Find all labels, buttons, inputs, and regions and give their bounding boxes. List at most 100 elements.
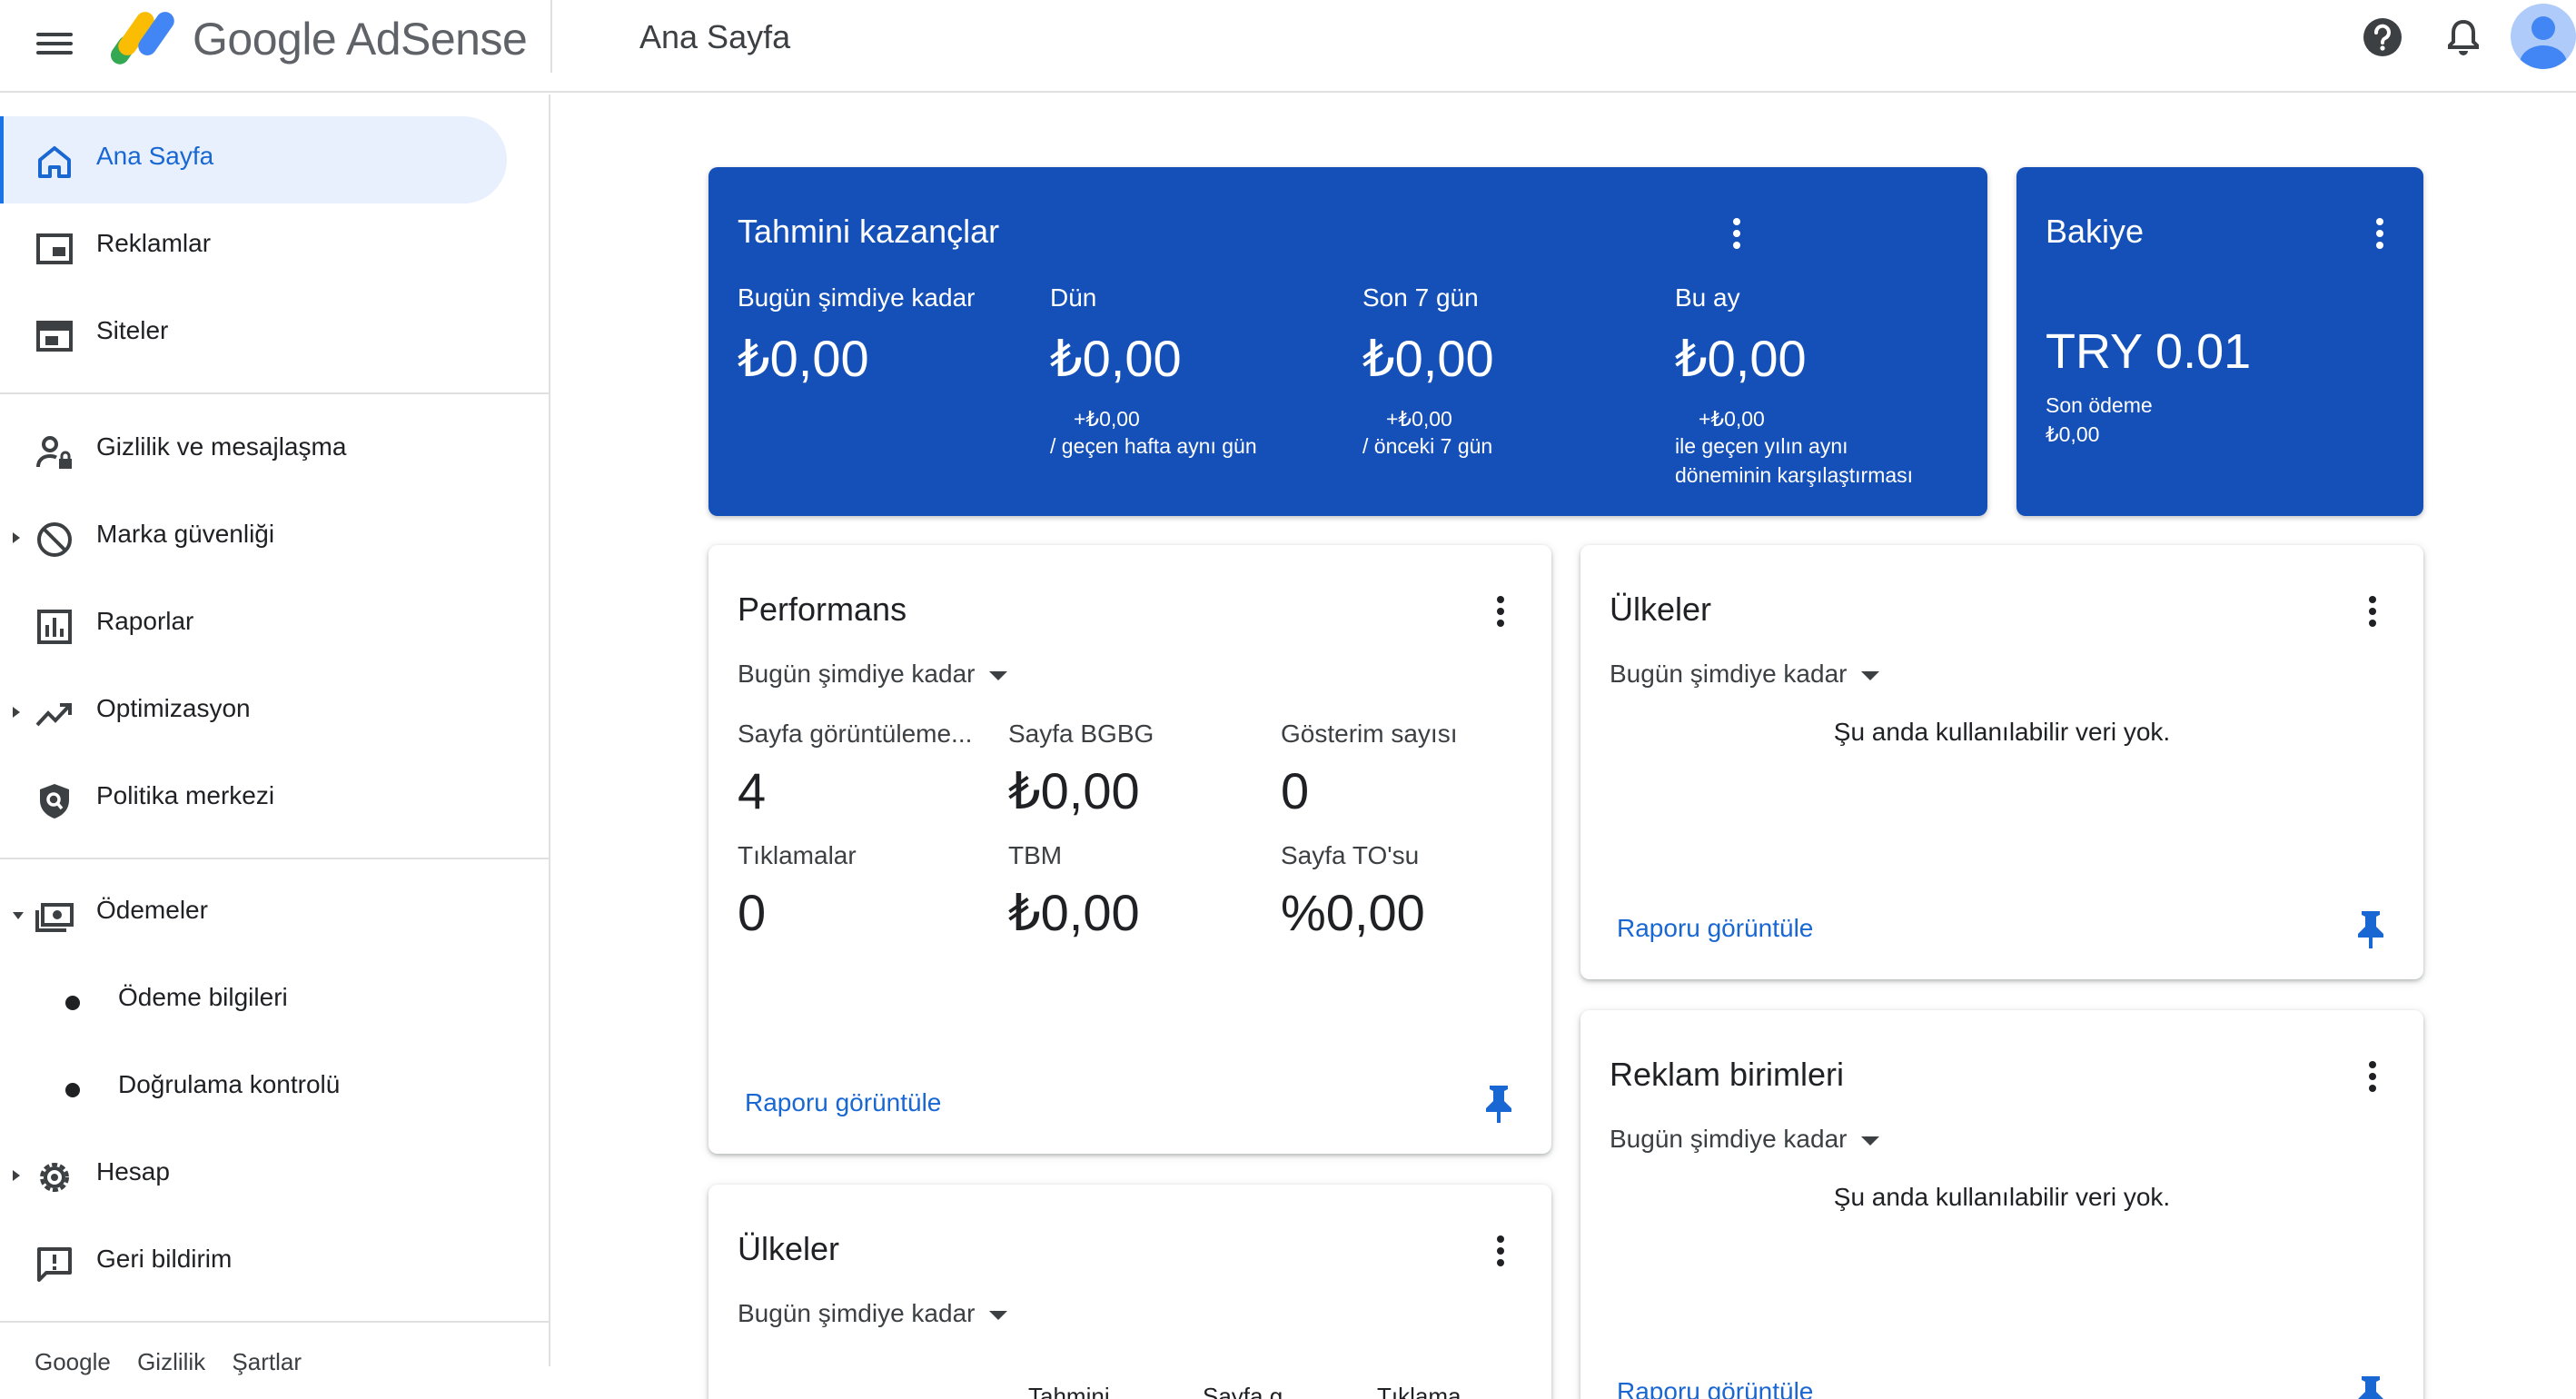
menu-icon[interactable] — [33, 22, 76, 65]
date-range-label: Bugün şimdiye kadar — [738, 1299, 976, 1327]
earnings-value: ₺0,00 — [1675, 330, 1807, 387]
metric-label: Sayfa BGBG — [1008, 719, 1154, 748]
earnings-label: Son 7 gün — [1362, 283, 1479, 312]
date-range-dropdown[interactable]: Bugün şimdiye kadar — [738, 1299, 1008, 1328]
sidebar-item-home[interactable]: Ana Sayfa — [0, 116, 507, 203]
metric-label: Sayfa TO'su — [1281, 841, 1420, 869]
policy-shield-icon — [40, 784, 69, 819]
more-vert-icon[interactable] — [1491, 592, 1510, 632]
column-header-estimated[interactable]: Tahmini — [1028, 1383, 1110, 1399]
sidebar-item-sites[interactable]: Siteler — [0, 291, 507, 378]
earnings-comparison-note: döneminin karşılaştırması — [1675, 463, 1914, 487]
sidebar-item-policy-center[interactable]: Politika merkezi — [0, 756, 507, 843]
pin-icon[interactable] — [2354, 908, 2387, 950]
metric-value: 4 — [738, 762, 767, 819]
more-vert-icon[interactable] — [2363, 1057, 2382, 1097]
avatar[interactable] — [2511, 4, 2576, 69]
metric-label: TBM — [1008, 841, 1063, 869]
date-range-dropdown[interactable]: Bugün şimdiye kadar — [738, 660, 1008, 689]
sidebar-item-reports[interactable]: Raporlar — [0, 581, 507, 669]
expand-caret-icon[interactable] — [13, 1170, 20, 1181]
account-icon — [2520, 16, 2567, 69]
sidebar-item-payments[interactable]: Ödemeler — [0, 870, 507, 957]
no-data-message: Şu anda kullanılabilir veri yok. — [1833, 718, 2171, 746]
earnings-value: ₺0,00 — [1050, 330, 1182, 387]
sidebar-item-account[interactable]: Hesap — [0, 1132, 507, 1219]
pin-icon[interactable] — [2354, 1374, 2387, 1399]
last-payment-value: ₺0,00 — [2046, 422, 2100, 446]
more-vert-icon[interactable] — [1491, 1232, 1510, 1272]
date-range-label: Bugün şimdiye kadar — [1610, 1125, 1848, 1153]
sidebar-item-feedback[interactable]: Geri bildirim — [0, 1219, 507, 1306]
sidebar-item-payment-info[interactable]: Ödeme bilgileri — [0, 957, 507, 1045]
earnings-comparison-note: / önceki 7 gün — [1362, 434, 1493, 458]
card-title: Reklam birimleri — [1610, 1056, 1845, 1093]
bullet-dot-icon — [65, 1083, 80, 1097]
view-report-link[interactable]: Raporu görüntüle — [1617, 1377, 1813, 1399]
sidebar-item-label: Ödeme bilgileri — [118, 983, 288, 1011]
card-title: Ülkeler — [1610, 590, 1712, 628]
sidebar-item-label: Optimizasyon — [96, 694, 251, 722]
ad-units-card: Reklam birimleri Bugün şimdiye kadar Şu … — [1580, 1010, 2423, 1399]
sidebar-divider — [0, 858, 550, 859]
dropdown-arrow-icon — [1861, 1136, 1880, 1146]
sidebar-item-verification[interactable]: Doğrulama kontrolü — [0, 1045, 507, 1132]
person-lock-icon — [36, 436, 72, 469]
date-range-dropdown[interactable]: Bugün şimdiye kadar — [1610, 1125, 1880, 1154]
sidebar-item-ads[interactable]: Reklamlar — [0, 203, 507, 291]
metric-value: 0 — [1281, 762, 1310, 819]
earnings-value: ₺0,00 — [738, 330, 869, 387]
column-header-clicks[interactable]: Tıklama — [1377, 1383, 1461, 1399]
expand-caret-icon[interactable] — [13, 707, 20, 718]
date-range-dropdown[interactable]: Bugün şimdiye kadar — [1610, 660, 1880, 689]
sidebar-item-brand-safety[interactable]: Marka güvenliği — [0, 494, 507, 581]
bell-icon[interactable] — [2442, 15, 2485, 58]
metric-value: 0 — [738, 884, 767, 941]
date-range-label: Bugün şimdiye kadar — [1610, 660, 1848, 688]
bullet-dot-icon — [65, 996, 80, 1010]
countries-table-card: Ülkeler Bugün şimdiye kadar — [708, 1185, 1551, 1399]
sidebar-item-label: Politika merkezi — [96, 781, 275, 809]
view-report-link[interactable]: Raporu görüntüle — [1617, 914, 1813, 943]
dropdown-arrow-icon — [1861, 670, 1880, 680]
footer-link-terms[interactable]: Şartlar — [232, 1348, 302, 1375]
metric-cpc: TBM ₺0,00 — [1008, 841, 1272, 943]
collapse-caret-icon[interactable] — [13, 912, 24, 919]
performance-card: Performans Bugün şimdiye kadar Sayfa gör… — [708, 545, 1551, 1154]
earnings-comparison-note: / geçen hafta aynı gün — [1050, 434, 1257, 458]
earnings-label: Dün — [1050, 283, 1097, 312]
sidebar-divider — [0, 1321, 550, 1323]
more-vert-icon[interactable] — [1728, 214, 1746, 254]
sidebar-item-label: Siteler — [96, 316, 169, 344]
feedback-icon — [37, 1247, 72, 1282]
sidebar-item-label: Marka güvenliği — [96, 520, 275, 548]
topbar-divider — [550, 0, 552, 73]
expand-caret-icon[interactable] — [13, 532, 20, 543]
metric-value: ₺0,00 — [1008, 762, 1140, 819]
sidebar-item-label: Gizlilik ve mesajlaşma — [96, 432, 347, 461]
pin-icon[interactable] — [1482, 1083, 1515, 1125]
sidebar-item-privacy-messaging[interactable]: Gizlilik ve mesajlaşma — [0, 407, 507, 494]
adsense-logo-icon — [111, 12, 174, 64]
view-report-link[interactable]: Raporu görüntüle — [745, 1088, 941, 1117]
help-icon[interactable] — [2362, 16, 2403, 58]
sidebar-item-label: Ana Sayfa — [96, 142, 214, 170]
balance-card: Bakiye TRY 0.01 Son ödeme ₺0,00 — [2016, 167, 2423, 516]
metric-label: Gösterim sayısı — [1281, 719, 1458, 748]
more-vert-icon[interactable] — [2371, 214, 2389, 254]
more-vert-icon[interactable] — [2363, 592, 2382, 632]
earnings-last-7-days: Son 7 gün ₺0,00 +₺0,00 / önceki 7 gün — [1362, 283, 1662, 461]
column-header-page-views[interactable]: Sayfa g — [1203, 1383, 1283, 1399]
sidebar-item-label: Raporlar — [96, 607, 194, 635]
dropdown-arrow-icon — [989, 670, 1008, 680]
footer-link-google[interactable]: Google — [35, 1348, 111, 1375]
earnings-delta: +₺0,00 — [1386, 407, 1452, 431]
last-payment: Son ödeme ₺0,00 — [2046, 391, 2153, 449]
footer-link-privacy[interactable]: Gizlilik — [137, 1348, 205, 1375]
metric-page-ctr: Sayfa TO'su %0,00 — [1281, 841, 1544, 942]
ads-icon — [36, 233, 73, 264]
countries-card: Ülkeler Bugün şimdiye kadar Şu anda kull… — [1580, 545, 2423, 979]
top-app-bar: Google AdSense Ana Sayfa — [0, 0, 2576, 93]
sidebar-item-optimization[interactable]: Optimizasyon — [0, 669, 507, 756]
block-icon — [37, 522, 72, 557]
